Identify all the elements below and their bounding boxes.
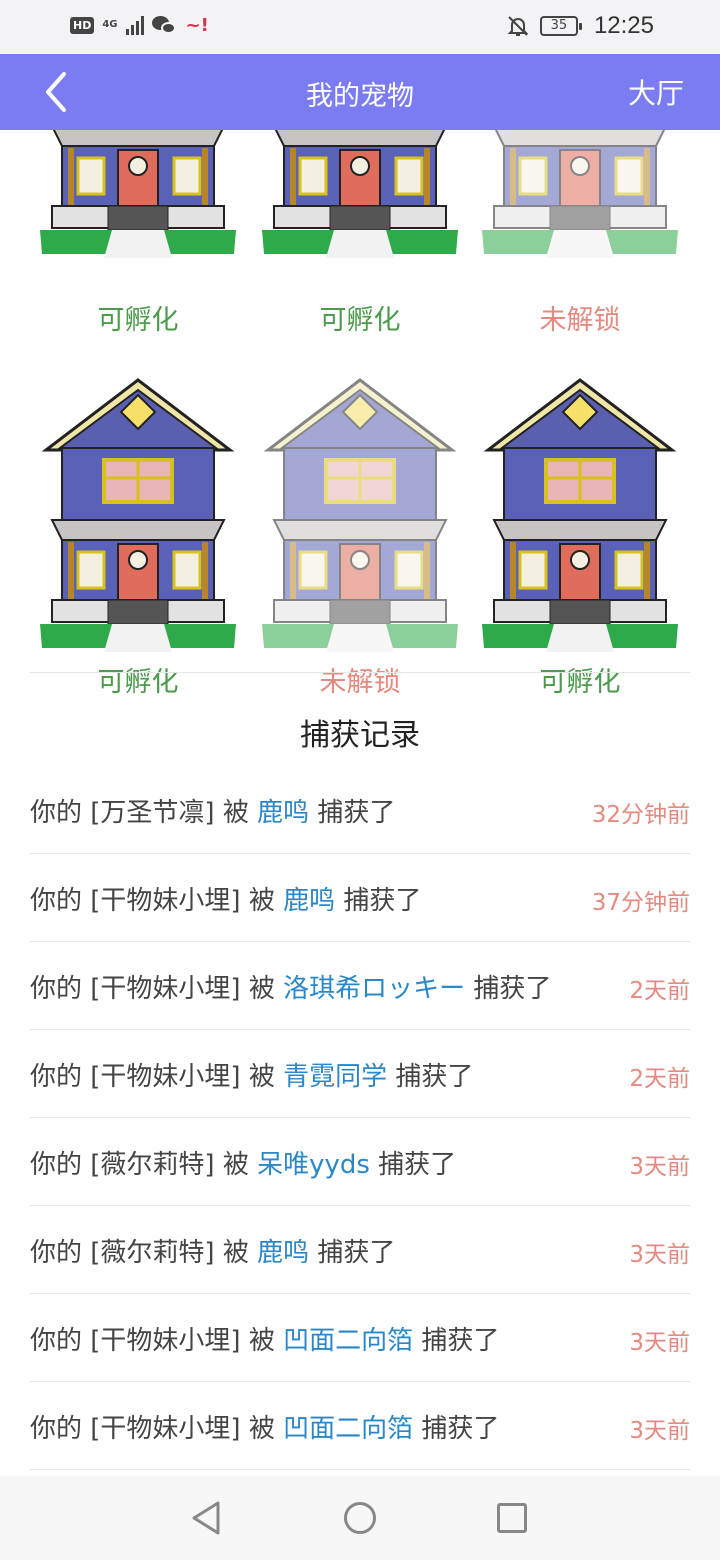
- catcher-link[interactable]: 鹿鸣: [257, 1238, 309, 1268]
- status-left-group: HD 4G ~!: [70, 14, 209, 36]
- catcher-link[interactable]: 青霓同学: [283, 1062, 387, 1092]
- record-prefix: 你的 [干物妹小埋] 被: [30, 1062, 284, 1092]
- hall-button[interactable]: 大厅: [628, 72, 684, 112]
- record-prefix: 你的 [万圣节凛] 被: [30, 798, 258, 828]
- record-row: 你的 [干物妹小埋] 被 凹面二向箔 捕获了 3天前: [30, 1294, 690, 1382]
- record-row: 你的 [干物妹小埋] 被 洛琪希ロッキー 捕获了 2天前: [30, 942, 690, 1030]
- record-text: 你的 [干物妹小埋] 被 鹿鸣 捕获了: [30, 880, 421, 917]
- record-text: 你的 [万圣节凛] 被 鹿鸣 捕获了: [30, 792, 395, 829]
- record-text: 你的 [干物妹小埋] 被 青霓同学 捕获了: [30, 1056, 473, 1093]
- house-status-label: 可孵化: [539, 667, 621, 698]
- house-status-label: 未解锁: [539, 305, 621, 336]
- record-prefix: 你的 [薇尔莉特] 被: [30, 1238, 258, 1268]
- record-row: 你的 [干物妹小埋] 被 鹿鸣 捕获了 37分钟前: [30, 854, 690, 942]
- record-suffix: 捕获了: [335, 886, 422, 916]
- record-prefix: 你的 [干物妹小埋] 被: [30, 974, 284, 1004]
- record-suffix: 捕获了: [369, 1150, 457, 1180]
- wechat-icon: [151, 14, 178, 36]
- record-row: 你的 [薇尔莉特] 被 鹿鸣 捕获了 3天前: [30, 1206, 690, 1294]
- capture-records-title: 捕获记录: [300, 718, 420, 753]
- record-suffix: 捕获了: [465, 974, 552, 1004]
- pet-houses-grid: 可孵化 可孵化 未解锁: [0, 130, 720, 690]
- record-time: 3天前: [629, 1154, 690, 1180]
- capture-records-list: 你的 [万圣节凛] 被 鹿鸣 捕获了 32分钟前 你的 [干物妹小埋] 被 鹿鸣…: [30, 766, 690, 1470]
- signal-strength-icon: [125, 15, 144, 35]
- catcher-link[interactable]: 鹿鸣: [283, 886, 335, 916]
- status-right-group: 35 12:25: [506, 12, 654, 40]
- record-row: 你的 [干物妹小埋] 被 青霓同学 捕获了 2天前: [30, 1030, 690, 1118]
- record-suffix: 捕获了: [309, 1238, 396, 1268]
- status-bar: HD 4G ~! 35 12:25: [0, 0, 720, 54]
- record-text: 你的 [干物妹小埋] 被 凹面二向箔 捕获了: [30, 1408, 499, 1445]
- record-time: 37分钟前: [591, 890, 690, 916]
- nav-back-triangle-icon[interactable]: [190, 1500, 222, 1536]
- battery-icon: 35: [539, 16, 582, 36]
- bell-muted-icon: [507, 16, 529, 36]
- catcher-link[interactable]: 鹿鸣: [257, 798, 309, 828]
- record-prefix: 你的 [干物妹小埋] 被: [30, 1414, 284, 1444]
- record-suffix: 捕获了: [413, 1414, 500, 1444]
- system-nav-bar: [0, 1476, 720, 1560]
- house-icon: [260, 378, 460, 654]
- house-icon: [480, 378, 680, 654]
- catcher-link[interactable]: 凹面二向箔: [283, 1326, 413, 1356]
- record-text: 你的 [薇尔莉特] 被 呆唯yyds 捕获了: [30, 1144, 456, 1181]
- catcher-link[interactable]: 呆唯yyds: [257, 1150, 370, 1180]
- record-time: 3天前: [629, 1418, 690, 1444]
- record-row: 你的 [薇尔莉特] 被 呆唯yyds 捕获了 3天前: [30, 1118, 690, 1206]
- record-time: 2天前: [629, 978, 690, 1004]
- record-suffix: 捕获了: [309, 798, 396, 828]
- record-prefix: 你的 [干物妹小埋] 被: [30, 886, 284, 916]
- nav-home-circle-icon[interactable]: [344, 1502, 376, 1534]
- record-prefix: 你的 [薇尔莉特] 被: [30, 1150, 258, 1180]
- notification-app-icon: ~!: [185, 14, 209, 36]
- record-suffix: 捕获了: [413, 1326, 500, 1356]
- house-status-label: 可孵化: [97, 305, 179, 336]
- record-suffix: 捕获了: [387, 1062, 474, 1092]
- section-divider: [30, 672, 690, 673]
- record-time: 3天前: [629, 1242, 690, 1268]
- house-icon: [38, 130, 238, 260]
- house-status-label: 可孵化: [319, 305, 401, 336]
- hd-icon: HD: [70, 16, 95, 34]
- catcher-link[interactable]: 凹面二向箔: [283, 1414, 413, 1444]
- house-icon: [260, 130, 460, 260]
- record-text: 你的 [干物妹小埋] 被 洛琪希ロッキー 捕获了: [30, 968, 551, 1005]
- network-type-icon: 4G: [102, 19, 118, 30]
- record-time: 2天前: [629, 1066, 690, 1092]
- catcher-link[interactable]: 洛琪希ロッキー: [283, 974, 465, 1004]
- house-icon: [480, 130, 680, 260]
- house-status-label: 可孵化: [97, 667, 179, 698]
- house-icon: [38, 378, 238, 654]
- record-time: 3天前: [629, 1330, 690, 1356]
- record-row: 你的 [万圣节凛] 被 鹿鸣 捕获了 32分钟前: [30, 766, 690, 854]
- house-status-label: 未解锁: [319, 667, 401, 698]
- page-title: 我的宠物: [306, 81, 414, 112]
- record-prefix: 你的 [干物妹小埋] 被: [30, 1326, 284, 1356]
- status-time: 12:25: [593, 12, 654, 39]
- nav-recent-square-icon[interactable]: [497, 1503, 527, 1533]
- record-text: 你的 [干物妹小埋] 被 凹面二向箔 捕获了: [30, 1320, 499, 1357]
- record-time: 32分钟前: [591, 802, 690, 828]
- record-text: 你的 [薇尔莉特] 被 鹿鸣 捕获了: [30, 1232, 395, 1269]
- record-row: 你的 [干物妹小埋] 被 凹面二向箔 捕获了 3天前: [30, 1382, 690, 1470]
- app-header: 我的宠物 大厅: [0, 54, 720, 130]
